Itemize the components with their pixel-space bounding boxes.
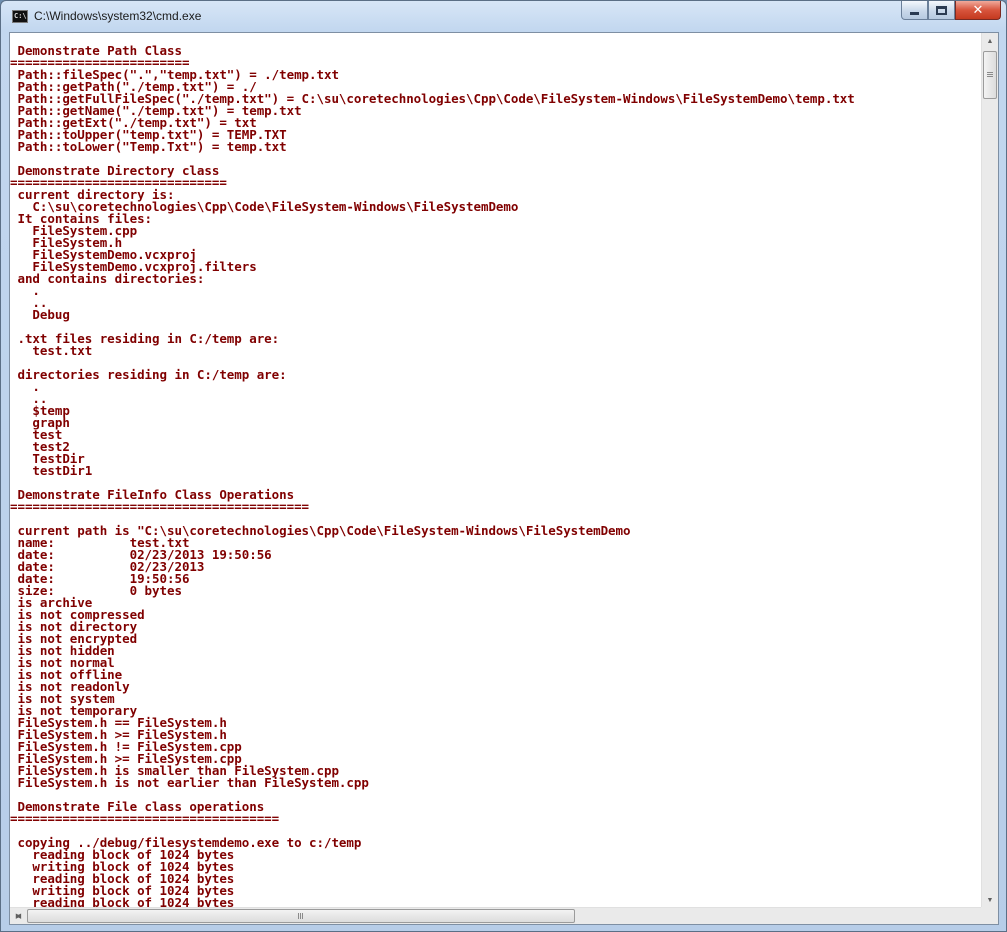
cmd-window: C:\ C:\Windows\system32\cmd.exe ✕ Demons… (0, 0, 1007, 932)
scroll-right-button[interactable]: ▶ (10, 908, 27, 924)
caption-buttons: ✕ (901, 1, 1001, 22)
grip-icon (987, 72, 993, 78)
minimize-button[interactable] (901, 1, 928, 20)
console-line: is not compressed (10, 607, 145, 622)
console-line: FileSystem.cpp (10, 223, 138, 238)
console-line: graph (10, 415, 70, 430)
vertical-scrollbar[interactable]: ▲ ▼ (981, 33, 998, 909)
console-line: is not encrypted (10, 631, 138, 646)
console-line: test.txt (10, 343, 93, 358)
console-line: is archive (10, 595, 93, 610)
scroll-down-icon: ▼ (986, 897, 994, 904)
console-line: is not normal (10, 655, 115, 670)
grip-icon (298, 913, 304, 919)
close-icon: ✕ (972, 2, 984, 18)
console-output[interactable]: Demonstrate Path Class ==================… (10, 45, 985, 911)
console-line: .. (10, 295, 48, 310)
vertical-scroll-thumb[interactable] (983, 51, 997, 99)
console-line: .txt files residing in C:/temp are: (10, 331, 280, 346)
console-line: Debug (10, 307, 70, 322)
scroll-right-icon: ▶ (15, 912, 22, 920)
title-bar[interactable]: C:\ C:\Windows\system32\cmd.exe ✕ (1, 1, 1006, 32)
console-line: is not system (10, 691, 115, 706)
console-line: TestDir (10, 451, 85, 466)
close-button[interactable]: ✕ (955, 1, 1001, 20)
minimize-icon (910, 12, 919, 15)
scroll-up-button[interactable]: ▲ (982, 33, 998, 50)
console-line: is not offline (10, 667, 123, 682)
console-line: is not directory (10, 619, 138, 634)
console-line: ======================================== (10, 499, 310, 514)
horizontal-scrollbar[interactable]: ◀ ▶ (10, 907, 983, 924)
window-title: C:\Windows\system32\cmd.exe (34, 9, 202, 23)
console-line: ==================================== (10, 811, 280, 826)
console-line: is not hidden (10, 643, 115, 658)
maximize-icon (936, 5, 947, 15)
console-line: is not readonly (10, 679, 130, 694)
console-line: size: 0 bytes (10, 583, 182, 598)
horizontal-scroll-thumb[interactable] (27, 909, 575, 923)
console-line: and contains directories: (10, 271, 205, 286)
console-line: . (10, 283, 40, 298)
console-line: test (10, 427, 63, 442)
console-line: test2 (10, 439, 70, 454)
scroll-up-icon: ▲ (986, 38, 994, 45)
console-client-area[interactable]: Demonstrate Path Class ==================… (9, 32, 999, 925)
console-line: .. (10, 391, 48, 406)
scrollbar-corner (981, 907, 998, 924)
console-line: Path::toLower("Temp.Txt") = temp.txt (10, 139, 287, 154)
console-line: directories residing in C:/temp are: (10, 367, 287, 382)
console-line: It contains files: (10, 211, 153, 226)
console-line: FileSystem.h is not earlier than FileSys… (10, 775, 369, 790)
console-line: C:\su\coretechnologies\Cpp\Code\FileSyst… (10, 199, 519, 214)
console-line: testDir1 (10, 463, 93, 478)
maximize-button[interactable] (928, 1, 955, 20)
cmd-icon[interactable]: C:\ (12, 10, 28, 23)
console-line: . (10, 379, 40, 394)
console-line: $temp (10, 403, 70, 418)
